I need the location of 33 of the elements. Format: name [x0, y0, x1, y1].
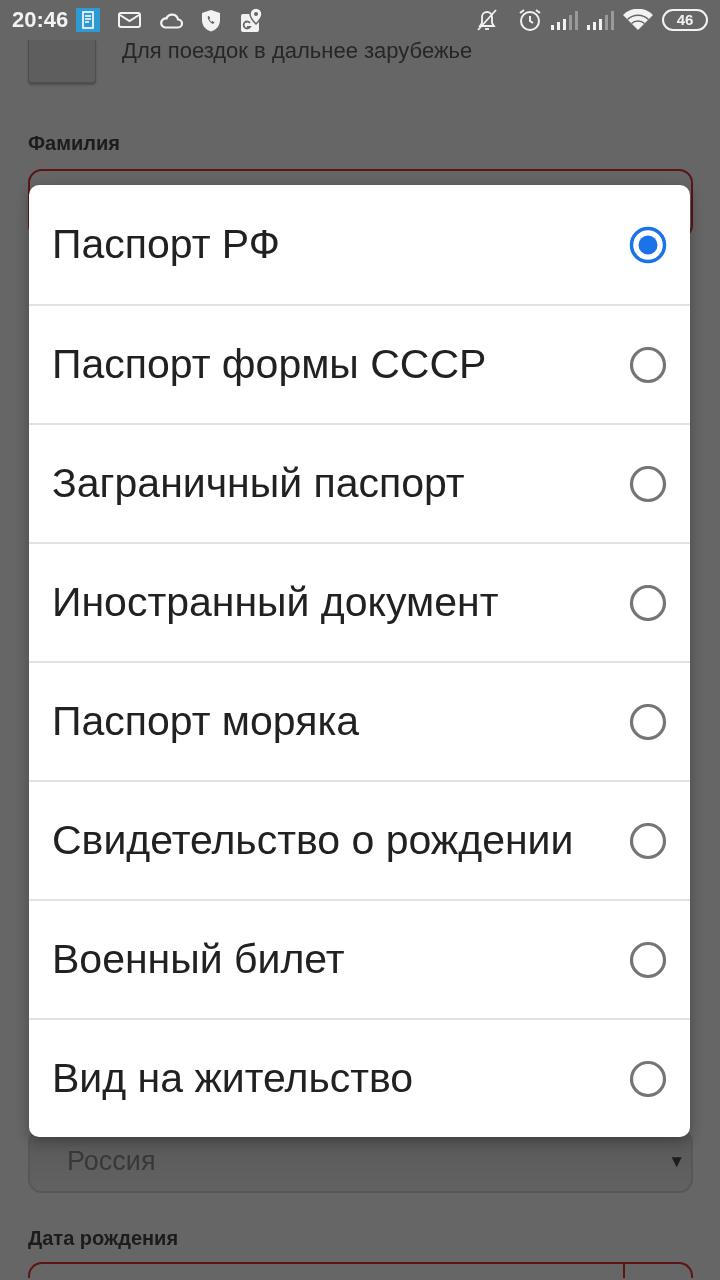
option-item[interactable]: Заграничный паспорт: [29, 423, 690, 542]
signal-icon: [586, 10, 614, 30]
option-item[interactable]: Военный билет: [29, 899, 690, 1018]
radio-icon[interactable]: [629, 940, 667, 979]
shield-phone-icon: [201, 8, 222, 32]
radio-icon[interactable]: [629, 464, 667, 503]
radio-icon[interactable]: [629, 583, 667, 622]
option-item[interactable]: Вид на жительство: [29, 1018, 690, 1137]
muted-bell-icon: [476, 8, 498, 32]
date-field[interactable]: [28, 1262, 693, 1278]
option-item[interactable]: Паспорт моряка: [29, 661, 690, 780]
checkbox[interactable]: [28, 40, 96, 83]
battery-level: 46: [662, 9, 708, 31]
notes-icon: [76, 8, 101, 32]
field-label: Дата рождения: [28, 1226, 180, 1250]
radio-icon[interactable]: [629, 821, 667, 860]
option-item[interactable]: Паспорт РФ: [29, 185, 690, 304]
cloud-icon: [159, 11, 184, 29]
field-label: Фамилия: [28, 131, 121, 155]
checkbox-label: Для поездок в дальнее зарубежье: [122, 40, 473, 65]
option-item[interactable]: Свидетельство о рождении: [29, 780, 690, 899]
radio-icon[interactable]: [629, 702, 667, 741]
radio-icon[interactable]: [629, 225, 667, 264]
mail-icon: [118, 12, 142, 28]
radio-icon[interactable]: [629, 345, 667, 384]
map-pin-icon: [241, 8, 264, 32]
radio-icon[interactable]: [629, 1059, 667, 1098]
alarm-clock-icon: [518, 8, 542, 32]
option-item[interactable]: Паспорт формы СССР: [29, 304, 690, 423]
wifi-icon: [622, 9, 654, 31]
signal-icon: [550, 10, 578, 30]
option-item[interactable]: Иностранный документ: [29, 542, 690, 661]
clock-time: 20:46: [12, 9, 69, 31]
